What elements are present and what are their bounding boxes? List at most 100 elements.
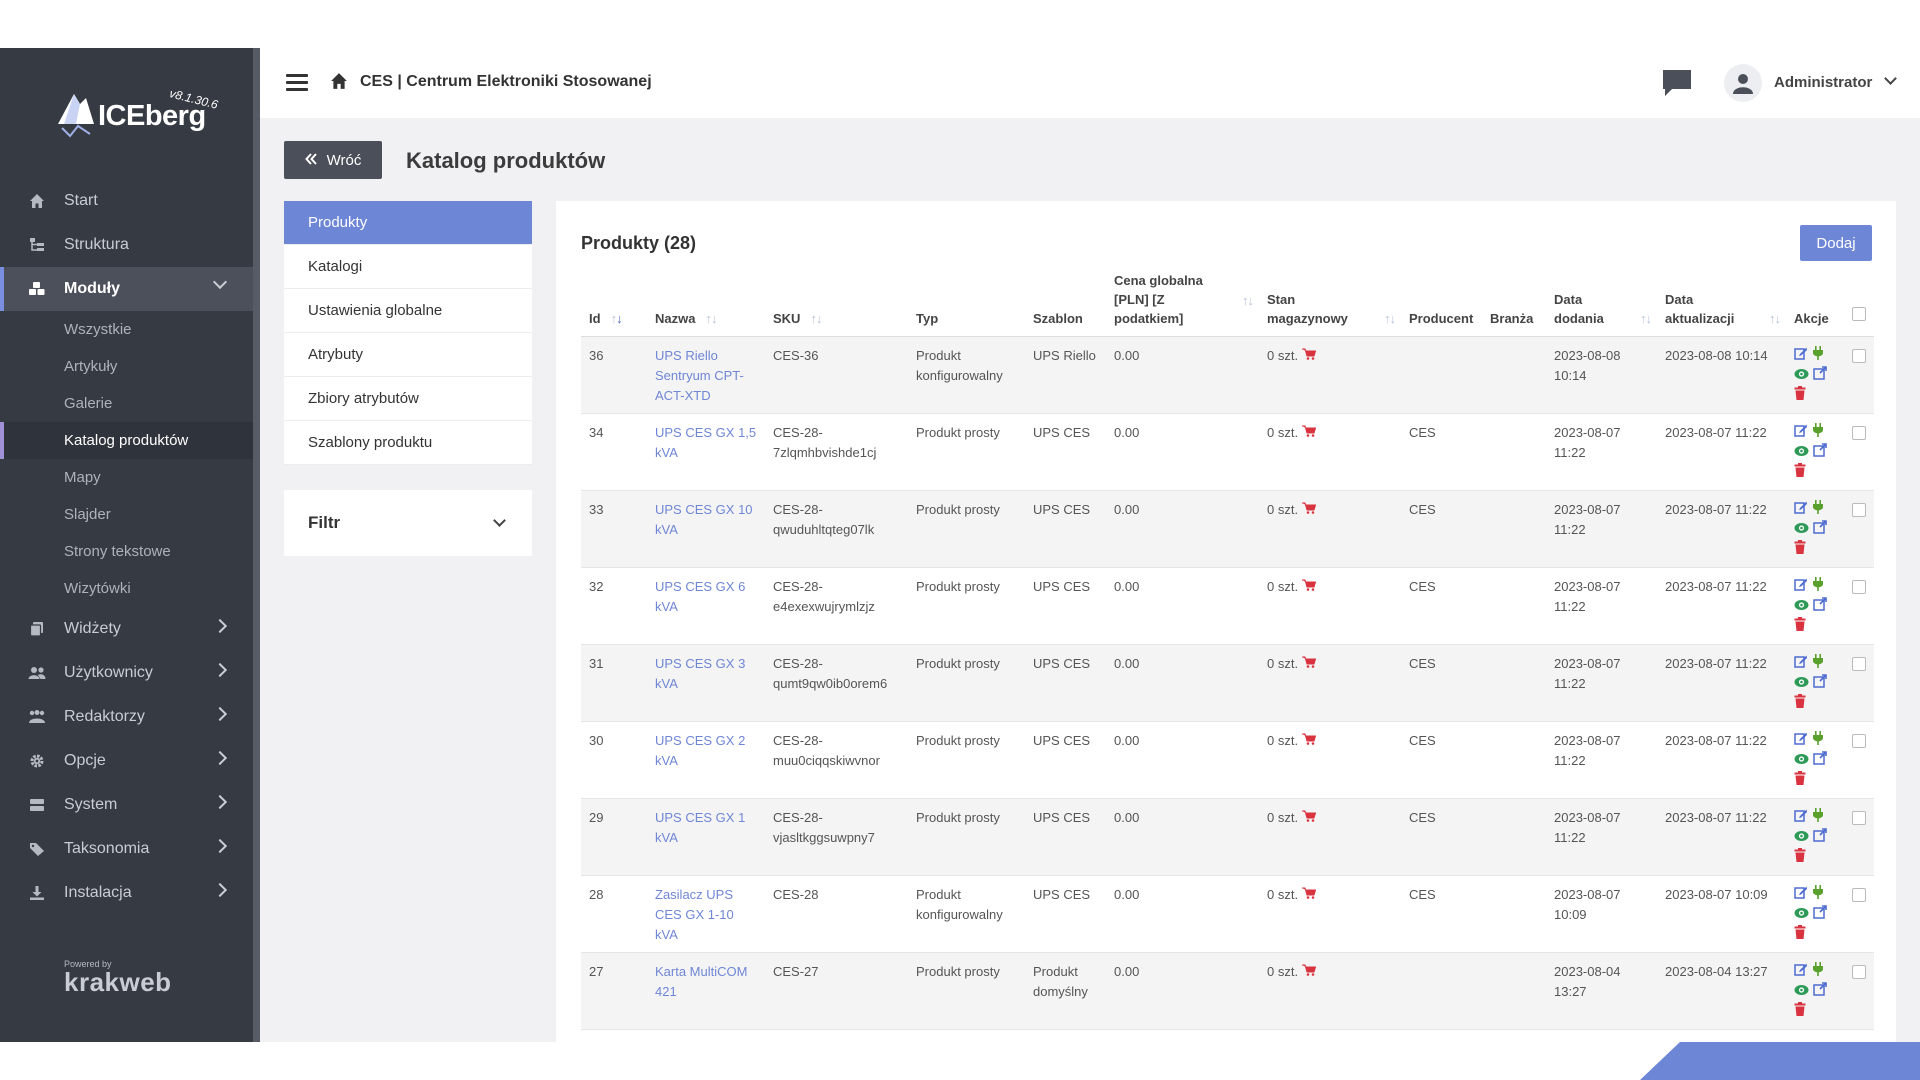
table-row[interactable]: 33 UPS CES GX 10 kVA CES-28-qwuduhltqteg… <box>581 490 1874 568</box>
product-name-link[interactable]: Zasilacz UPS CES GX 1-10 kVA <box>647 875 765 953</box>
trash-icon[interactable] <box>1794 924 1806 945</box>
external-link-icon[interactable] <box>1813 365 1827 386</box>
sidebar-subitem-wszystkie[interactable]: Wszystkie <box>0 311 253 348</box>
plug-icon[interactable] <box>1812 345 1824 366</box>
external-link-icon[interactable] <box>1813 904 1827 925</box>
column-header-updated[interactable]: Data aktualizacji ↑↓ <box>1657 269 1786 337</box>
external-link-icon[interactable] <box>1813 827 1827 848</box>
trash-icon[interactable] <box>1794 693 1806 714</box>
column-header-stock[interactable]: Stan magazynowy ↑↓ <box>1259 269 1401 337</box>
cart-icon[interactable] <box>1302 887 1317 902</box>
back-button[interactable]: Wróć <box>284 141 382 179</box>
sidebar-subitem-artykuly[interactable]: Artykuły <box>0 348 253 385</box>
column-header-name[interactable]: Nazwa ↑↓ <box>647 269 765 337</box>
sidebar-subitem-strony-tekstowe[interactable]: Strony tekstowe <box>0 533 253 570</box>
column-header-price[interactable]: Cena globalna [PLN] [Z podatkiem] ↑↓ <box>1106 269 1259 337</box>
sidebar-subitem-slajder[interactable]: Slajder <box>0 496 253 533</box>
plug-icon[interactable] <box>1812 499 1824 520</box>
external-link-icon[interactable] <box>1813 981 1827 1002</box>
edit-icon[interactable] <box>1794 962 1808 982</box>
table-row[interactable]: 30 UPS CES GX 2 kVA CES-28-muu0ciqqskiwv… <box>581 721 1874 799</box>
product-name-link[interactable]: UPS CES GX 1,5 kVA <box>647 413 765 491</box>
external-link-icon[interactable] <box>1813 596 1827 617</box>
sidebar-item-system[interactable]: System <box>0 783 253 827</box>
filter-toggle[interactable]: Filtr <box>284 490 532 556</box>
product-name-link[interactable]: Karta MultiCOM 421 <box>647 952 765 1030</box>
sidebar-subitem-mapy[interactable]: Mapy <box>0 459 253 496</box>
catalog-menu-katalogi[interactable]: Katalogi <box>284 245 532 289</box>
catalog-menu-ustawienia-globalne[interactable]: Ustawienia globalne <box>284 289 532 333</box>
plug-icon[interactable] <box>1812 807 1824 828</box>
edit-icon[interactable] <box>1794 346 1808 366</box>
sidebar-item-uzytkownicy[interactable]: Użytkownicy <box>0 651 253 695</box>
edit-icon[interactable] <box>1794 423 1808 443</box>
sidebar-subitem-katalog-produktow[interactable]: Katalog produktów <box>0 422 253 459</box>
trash-icon[interactable] <box>1794 539 1806 560</box>
plug-icon[interactable] <box>1812 576 1824 597</box>
view-icon[interactable] <box>1794 982 1809 1002</box>
edit-icon[interactable] <box>1794 654 1808 674</box>
sidebar-item-struktura[interactable]: Struktura <box>0 223 253 267</box>
table-row[interactable]: 31 UPS CES GX 3 kVA CES-28-qumt9qw0ib0or… <box>581 644 1874 722</box>
table-row[interactable]: 32 UPS CES GX 6 kVA CES-28-e4exexwujryml… <box>581 567 1874 645</box>
powered-by[interactable]: Powered by krakweb <box>64 959 194 998</box>
plug-icon[interactable] <box>1812 422 1824 443</box>
table-row[interactable]: 28 Zasilacz UPS CES GX 1-10 kVA CES-28 P… <box>581 875 1874 953</box>
sidebar-item-moduly[interactable]: Moduły <box>0 267 253 311</box>
product-name-link[interactable]: UPS CES GX 3 kVA <box>647 644 765 722</box>
row-checkbox[interactable] <box>1852 502 1866 517</box>
table-row[interactable]: 34 UPS CES GX 1,5 kVA CES-28-7zlqmhbvish… <box>581 413 1874 491</box>
row-checkbox[interactable] <box>1852 425 1866 440</box>
trash-icon[interactable] <box>1794 847 1806 868</box>
edit-icon[interactable] <box>1794 577 1808 597</box>
cart-icon[interactable] <box>1302 656 1317 671</box>
sidebar-subitem-galerie[interactable]: Galerie <box>0 385 253 422</box>
sidebar-item-start[interactable]: Start <box>0 179 253 223</box>
row-checkbox[interactable] <box>1852 810 1866 825</box>
product-name-link[interactable]: UPS CES GX 10 kVA <box>647 490 765 568</box>
external-link-icon[interactable] <box>1813 519 1827 540</box>
view-icon[interactable] <box>1794 828 1809 848</box>
plug-icon[interactable] <box>1812 884 1824 905</box>
sidebar-scrollbar[interactable] <box>253 48 260 1042</box>
product-name-link[interactable]: UPS Riello Sentryum CPT-ACT-XTD <box>647 336 765 414</box>
view-icon[interactable] <box>1794 443 1809 463</box>
user-name[interactable]: Administrator <box>1774 74 1872 91</box>
add-product-button[interactable]: Dodaj <box>1800 225 1872 261</box>
edit-icon[interactable] <box>1794 500 1808 520</box>
view-icon[interactable] <box>1794 905 1809 925</box>
table-row[interactable]: 36 UPS Riello Sentryum CPT-ACT-XTD CES-3… <box>581 336 1874 414</box>
plug-icon[interactable] <box>1812 961 1824 982</box>
row-checkbox[interactable] <box>1852 656 1866 671</box>
company-name[interactable]: CES | Centrum Elektroniki Stosowanej <box>360 73 652 91</box>
select-all-checkbox[interactable] <box>1852 306 1866 321</box>
row-checkbox[interactable] <box>1852 348 1866 363</box>
product-name-link[interactable]: UPS CES GX 1 kVA <box>647 798 765 876</box>
cart-icon[interactable] <box>1302 348 1317 363</box>
external-link-icon[interactable] <box>1813 750 1827 771</box>
cart-icon[interactable] <box>1302 502 1317 517</box>
external-link-icon[interactable] <box>1813 442 1827 463</box>
view-icon[interactable] <box>1794 674 1809 694</box>
view-icon[interactable] <box>1794 366 1809 386</box>
trash-icon[interactable] <box>1794 616 1806 637</box>
product-name-link[interactable]: UPS CES GX 6 kVA <box>647 567 765 645</box>
row-checkbox[interactable] <box>1852 579 1866 594</box>
avatar[interactable] <box>1724 64 1762 102</box>
view-icon[interactable] <box>1794 597 1809 617</box>
table-row[interactable]: 27 Karta MultiCOM 421 CES-27 Produkt pro… <box>581 952 1874 1030</box>
menu-toggle-icon[interactable] <box>286 74 308 92</box>
product-name-link[interactable]: UPS CES GX 2 kVA <box>647 721 765 799</box>
cart-icon[interactable] <box>1302 579 1317 594</box>
cart-icon[interactable] <box>1302 425 1317 440</box>
column-header-added[interactable]: Data dodania ↑↓ <box>1546 269 1657 337</box>
cart-icon[interactable] <box>1302 733 1317 748</box>
row-checkbox[interactable] <box>1852 964 1866 979</box>
catalog-menu-produkty[interactable]: Produkty <box>284 201 532 245</box>
catalog-menu-zbiory-atrybutow[interactable]: Zbiory atrybutów <box>284 377 532 421</box>
trash-icon[interactable] <box>1794 770 1806 791</box>
edit-icon[interactable] <box>1794 731 1808 751</box>
home-icon[interactable] <box>330 72 348 95</box>
chat-icon[interactable] <box>1660 68 1694 103</box>
sidebar-item-opcje[interactable]: Opcje <box>0 739 253 783</box>
